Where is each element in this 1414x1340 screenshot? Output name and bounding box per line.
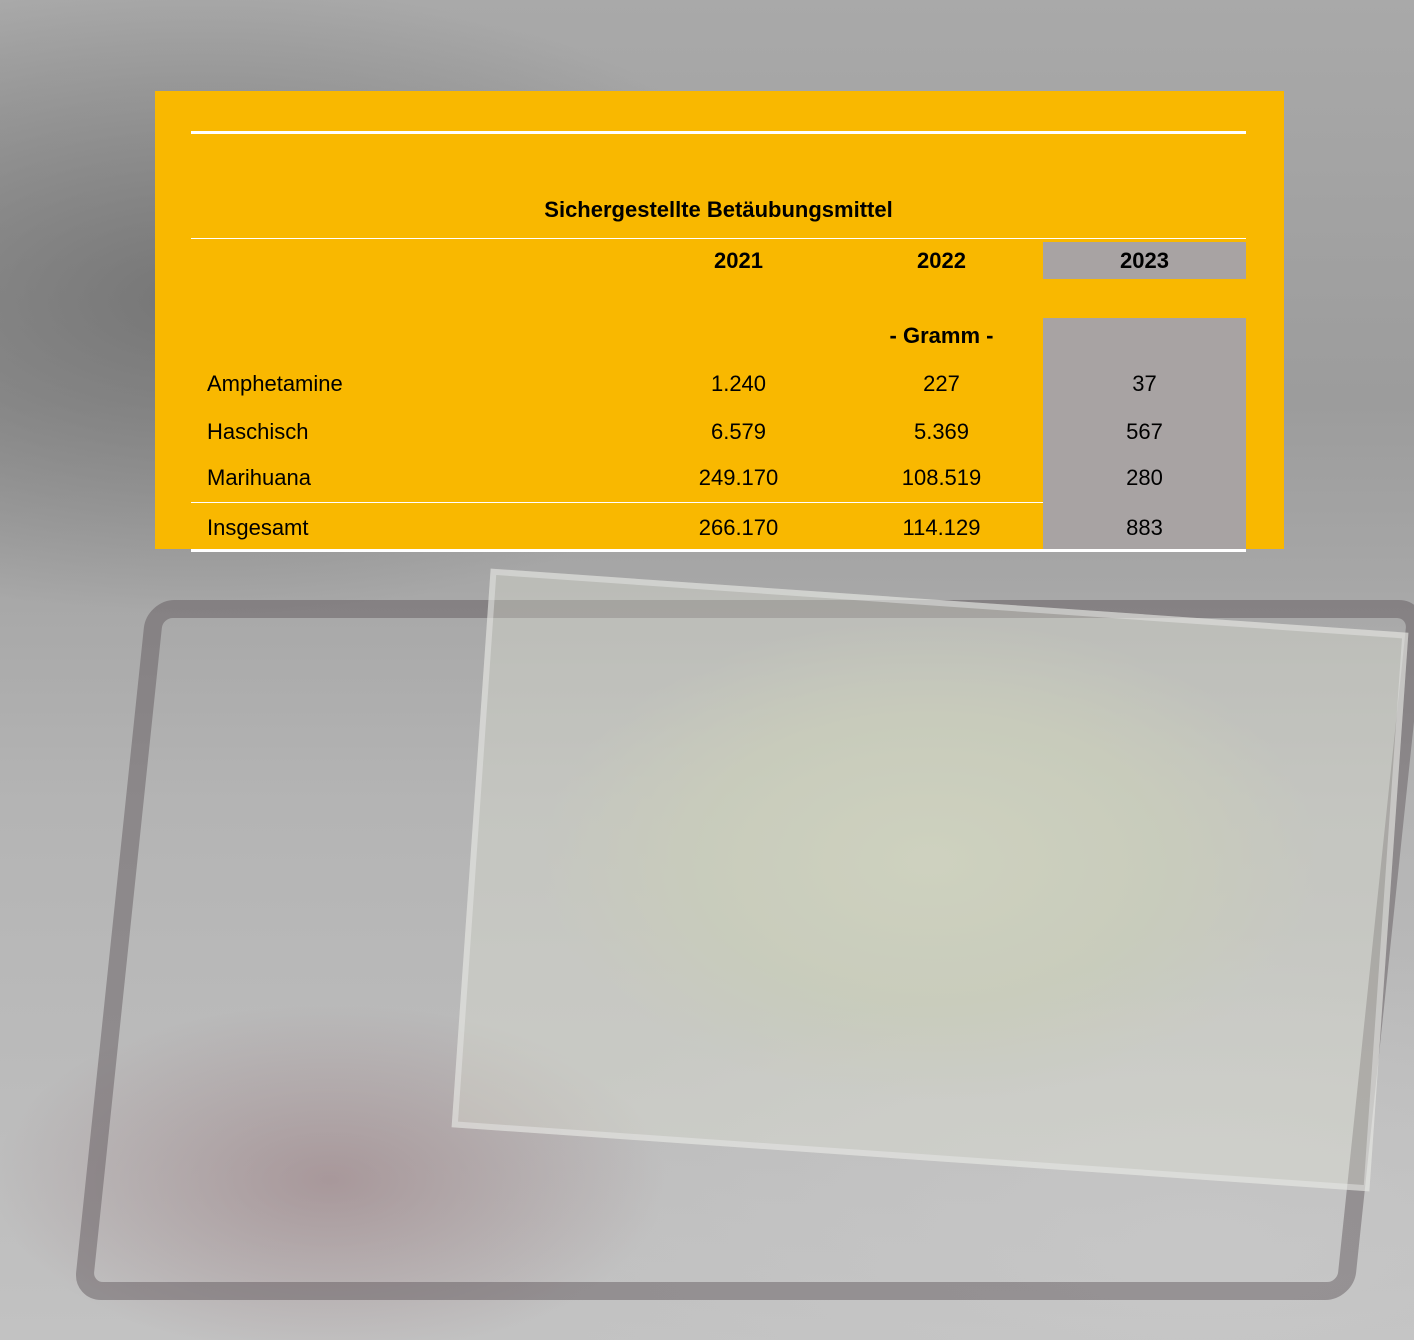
year-header-2023: 2023 <box>1120 248 1169 273</box>
table-title: Sichergestellte Betäubungsmittel <box>544 197 893 222</box>
row-label-amphetamine: Amphetamine <box>207 371 343 396</box>
cell-marihuana-2021: 249.170 <box>698 465 779 490</box>
total-rule <box>191 502 1043 503</box>
cell-haschisch-2021: 6.579 <box>710 419 767 444</box>
cell-total-2023: 883 <box>1126 515 1163 540</box>
cell-amphetamine-2023: 37 <box>1132 371 1157 396</box>
cell-amphetamine-2022: 227 <box>923 371 960 396</box>
year-header-2022: 2022 <box>917 248 966 273</box>
cell-marihuana-2022: 108.519 <box>901 465 982 490</box>
table-panel: Sichergestellte Betäubungsmittel 2021 20… <box>155 91 1284 552</box>
cell-haschisch-2023: 567 <box>1126 419 1163 444</box>
cell-total-2021: 266.170 <box>698 515 779 540</box>
cell-total-2022: 114.129 <box>902 515 981 540</box>
year-header-2021: 2021 <box>714 248 763 273</box>
bottom-rule <box>191 549 1246 552</box>
cell-marihuana-2023: 280 <box>1126 465 1163 490</box>
bag-film-decoration <box>451 568 1409 1192</box>
cell-haschisch-2022: 5.369 <box>913 419 970 444</box>
cell-amphetamine-2021: 1.240 <box>710 371 767 396</box>
row-label-marihuana: Marihuana <box>207 465 311 490</box>
unit-label: - Gramm - <box>889 323 994 348</box>
row-label-haschisch: Haschisch <box>207 419 309 444</box>
top-rule <box>191 131 1246 134</box>
title-rule <box>191 238 1246 239</box>
row-label-total: Insgesamt <box>207 515 309 540</box>
